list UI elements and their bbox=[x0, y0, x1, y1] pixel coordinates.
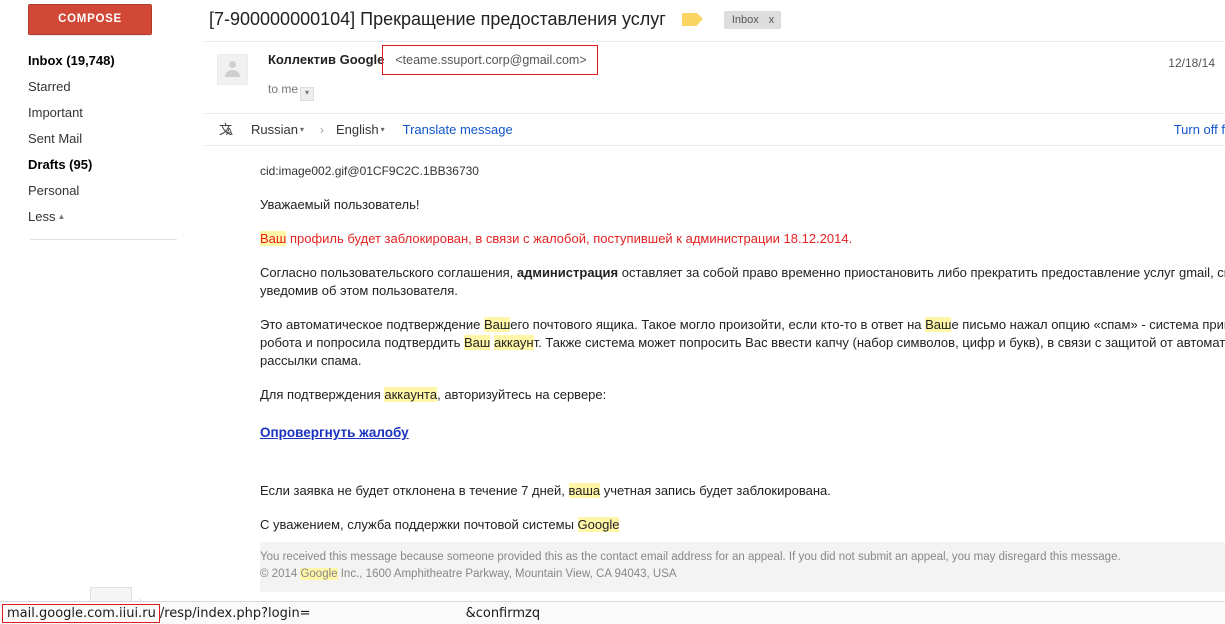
p2-highlight-2: Ваш bbox=[925, 317, 951, 332]
sidebar-nav: Inbox (19,748) Starred Important Sent Ma… bbox=[0, 48, 205, 230]
copyright-highlight: Google bbox=[300, 568, 337, 580]
translate-bar: 文A Russian▾ › English▾ Translate message… bbox=[205, 113, 1225, 146]
p2-part-g: рассылки спама. bbox=[260, 353, 362, 368]
disclaimer-copyright: © 2014 Google Inc., 1600 Amphitheatre Pa… bbox=[260, 566, 1225, 583]
cid-text: cid:image002.gif@01CF9C2C.1BB36730 bbox=[260, 164, 479, 178]
phishing-link-line: Опровергнуть жалобу bbox=[260, 424, 1225, 442]
sidebar-item-personal[interactable]: Personal bbox=[28, 178, 205, 204]
subject-row: [7-900000000104] Прекращение предоставле… bbox=[205, 0, 1225, 30]
paragraph-4: Если заявка не будет отклонена в течение… bbox=[260, 482, 1225, 500]
page-title: [7-900000000104] Прекращение предоставле… bbox=[209, 9, 666, 30]
chevron-down-icon: ▾ bbox=[381, 125, 385, 134]
close-icon[interactable]: x bbox=[769, 14, 775, 26]
copyright-part-a: © 2014 bbox=[260, 568, 300, 580]
sidebar-divider bbox=[30, 239, 177, 240]
browser-status-bar: mail.google.com.iiui.ru/resp/index.php?l… bbox=[0, 601, 1225, 624]
url-tail: &confirmzq bbox=[466, 606, 541, 621]
target-language-select[interactable]: English▾ bbox=[336, 122, 385, 137]
message-date: 12/18/14 bbox=[1168, 56, 1215, 70]
p2-highlight-3: Ваш bbox=[464, 335, 490, 350]
paragraph-3: Для подтверждения аккаунта, авторизуйтес… bbox=[260, 386, 1225, 404]
p1-part-c: оставляет за собой право временно приост… bbox=[618, 265, 1225, 280]
phishing-link[interactable]: Опровергнуть жалобу bbox=[260, 425, 409, 440]
message-header: Коллектив Google <teame.ssuport.corp@gma… bbox=[205, 42, 1225, 101]
message-pane: [7-900000000104] Прекращение предоставле… bbox=[205, 0, 1225, 624]
warning-highlight: Ваш bbox=[260, 231, 286, 246]
translate-message-link[interactable]: Translate message bbox=[403, 122, 513, 137]
source-language-select[interactable]: Russian▾ bbox=[251, 122, 304, 137]
chevron-down-icon[interactable]: ▾ bbox=[300, 87, 314, 101]
avatar bbox=[217, 54, 248, 85]
target-language-label: English bbox=[336, 122, 379, 137]
sidebar-item-starred[interactable]: Starred bbox=[28, 74, 205, 100]
disclaimer-block: You received this message because someon… bbox=[260, 542, 1225, 592]
p4-part-a: Если заявка не будет отклонена в течение… bbox=[260, 483, 569, 498]
p1-part-b: администрация bbox=[517, 265, 618, 280]
paragraph-2: Это автоматическое подтверждение Вашего … bbox=[260, 316, 1225, 370]
p5-highlight: Google bbox=[578, 517, 620, 532]
label-chip-inbox[interactable]: Inbox x bbox=[724, 11, 781, 29]
source-language-label: Russian bbox=[251, 122, 298, 137]
p4-highlight: ваша bbox=[569, 483, 601, 498]
label-chip-text: Inbox bbox=[732, 14, 759, 26]
sidebar-item-important[interactable]: Important bbox=[28, 100, 205, 126]
p2-part-c: е письмо нажал опцию «спам» - система пр… bbox=[951, 317, 1225, 332]
recipient-label: to me bbox=[268, 82, 298, 96]
chevron-down-icon: ▾ bbox=[300, 125, 304, 134]
label-flag-icon[interactable] bbox=[682, 13, 697, 26]
p2-part-f: т. Также система может попросить Вас вве… bbox=[534, 335, 1225, 350]
greeting-line: Уважаемый пользователь! bbox=[260, 196, 1225, 214]
compose-wrap: COMPOSE bbox=[0, 0, 205, 35]
sender-column: Коллектив Google <teame.ssuport.corp@gma… bbox=[268, 52, 598, 101]
p4-part-b: учетная запись будет заблокирована. bbox=[600, 483, 831, 498]
p3-part-a: Для подтверждения bbox=[260, 387, 384, 402]
sender-email: <teame.ssuport.corp@gmail.com> bbox=[395, 53, 586, 67]
sender-email-annotation-box: <teame.ssuport.corp@gmail.com> bbox=[382, 45, 597, 75]
url-path: /resp/index.php?login= bbox=[160, 606, 311, 621]
sidebar-item-inbox[interactable]: Inbox (19,748) bbox=[28, 48, 205, 74]
translate-icon: 文A bbox=[217, 120, 239, 140]
p3-part-b: , авторизуйтесь на сервере: bbox=[437, 387, 606, 402]
p2-part-a: Это автоматическое подтверждение bbox=[260, 317, 484, 332]
arrow-icon: › bbox=[320, 123, 324, 137]
copyright-part-b: Inc., 1600 Amphitheatre Parkway, Mountai… bbox=[338, 568, 677, 580]
paragraph-5: С уважением, служба поддержки почтовой с… bbox=[260, 516, 1225, 534]
p3-highlight: аккаунта bbox=[384, 387, 437, 402]
sidebar-item-sent-mail[interactable]: Sent Mail bbox=[28, 126, 205, 152]
sidebar-item-less-label: Less bbox=[28, 209, 55, 224]
p2-part-b: его почтового ящика. Такое могло произой… bbox=[510, 317, 925, 332]
sidebar: COMPOSE Inbox (19,748) Starred Important… bbox=[0, 0, 205, 624]
p2-highlight-1: Ваш bbox=[484, 317, 510, 332]
sender-name[interactable]: Коллектив Google bbox=[268, 52, 384, 67]
chevron-up-icon: ▲ bbox=[57, 212, 65, 221]
sender-line: Коллектив Google <teame.ssuport.corp@gma… bbox=[268, 52, 598, 75]
recipient-line: to me▾ bbox=[268, 82, 598, 101]
message-body: cid:image002.gif@01CF9C2C.1BB36730 Уважа… bbox=[205, 146, 1225, 592]
sidebar-item-drafts[interactable]: Drafts (95) bbox=[28, 152, 205, 178]
p1-part-d: уведомив об этом пользователя. bbox=[260, 283, 458, 298]
disclaimer-line-1: You received this message because someon… bbox=[260, 549, 1225, 566]
cid-line: cid:image002.gif@01CF9C2C.1BB36730 bbox=[260, 162, 1225, 180]
sidebar-item-less[interactable]: Less▲ bbox=[28, 204, 205, 230]
p1-part-a: Согласно пользовательского соглашения, bbox=[260, 265, 517, 280]
p2-highlight-4: аккаун bbox=[494, 335, 534, 350]
turn-off-translation-link[interactable]: Turn off f bbox=[1174, 122, 1225, 137]
warning-text: профиль будет заблокирован, в связи с жа… bbox=[286, 231, 852, 246]
p5-part-a: С уважением, служба поддержки почтовой с… bbox=[260, 517, 578, 532]
gmail-app: COMPOSE Inbox (19,748) Starred Important… bbox=[0, 0, 1225, 624]
greeting-text: Уважаемый пользователь! bbox=[260, 197, 420, 212]
warning-line: Ваш профиль будет заблокирован, в связи … bbox=[260, 230, 1225, 248]
p2-part-d: робота и попросила подтвердить bbox=[260, 335, 464, 350]
paragraph-1: Согласно пользовательского соглашения, а… bbox=[260, 264, 1225, 300]
compose-button[interactable]: COMPOSE bbox=[28, 4, 152, 35]
url-host-annotation: mail.google.com.iiui.ru bbox=[2, 604, 160, 623]
